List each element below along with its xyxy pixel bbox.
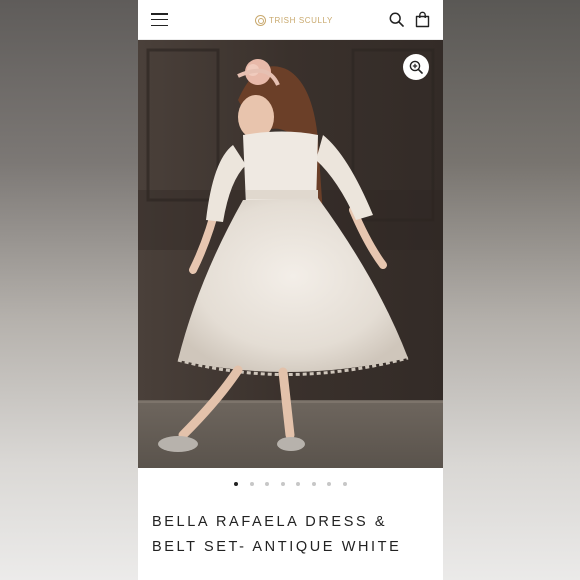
brand-logo[interactable]: TRISH SCULLY <box>255 13 333 27</box>
menu-icon[interactable] <box>151 13 168 27</box>
search-icon[interactable] <box>389 12 404 27</box>
logo-mark-icon <box>255 14 266 26</box>
pagination-dot[interactable] <box>342 482 347 486</box>
product-image[interactable] <box>138 40 443 468</box>
pagination-dot[interactable] <box>234 482 239 486</box>
pagination-dot[interactable] <box>265 482 270 486</box>
product-photo <box>138 40 443 468</box>
zoom-in-icon <box>409 60 423 74</box>
bag-icon[interactable] <box>415 11 430 28</box>
gallery-pagination <box>138 482 443 492</box>
pagination-dot[interactable] <box>296 482 301 486</box>
product-title-line-2: BELT SET- ANTIQUE WHITE <box>152 539 402 555</box>
site-header: TRISH SCULLY <box>138 0 443 40</box>
pagination-dot[interactable] <box>249 482 254 486</box>
product-title: BELLA RAFAELA DRESS & BELT SET- ANTIQUE … <box>152 510 432 560</box>
pagination-dot[interactable] <box>327 482 332 486</box>
brand-name: TRISH SCULLY <box>269 15 333 25</box>
blurred-background-left <box>0 0 138 580</box>
pagination-dot[interactable] <box>280 482 285 486</box>
zoom-button[interactable] <box>403 54 429 80</box>
product-title-line-1: BELLA RAFAELA DRESS & <box>152 514 388 530</box>
mobile-screen: TRISH SCULLY BELLA RAFAELA DRESS & BELT … <box>138 0 443 580</box>
blurred-background-right <box>443 0 580 580</box>
pagination-dot[interactable] <box>311 482 316 486</box>
